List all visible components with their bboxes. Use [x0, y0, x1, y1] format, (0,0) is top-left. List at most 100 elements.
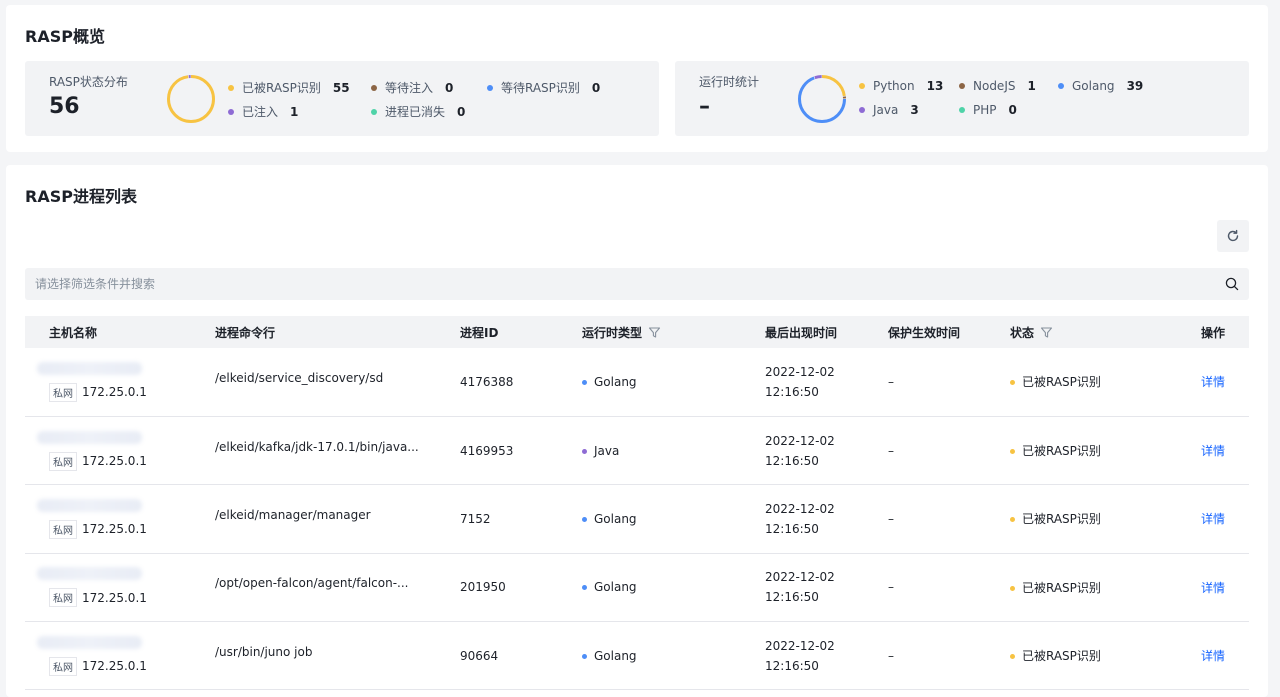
filter-icon[interactable] [1040, 326, 1053, 339]
hostname-redacted [37, 498, 142, 512]
col-header-cmdline: 进程命令行 [215, 325, 276, 340]
status-total: 56 [49, 94, 80, 119]
cell-status: 已被RASP识别 [1010, 348, 1201, 416]
cell-pid: 4169953 [460, 443, 514, 458]
hostname-redacted [37, 361, 142, 375]
legend-runtime-nodejs: NodeJS 1 [959, 79, 1036, 93]
legend-runtime-php: PHP 0 [959, 103, 1017, 117]
cell-pid: 4176388 [460, 374, 514, 389]
cell-runtime-type: Golang [582, 485, 765, 553]
cell-protect-time: – [888, 374, 894, 389]
runtime-panel-label: 运行时统计 [699, 75, 760, 89]
status-dot [1010, 517, 1015, 523]
legend-runtime-python: Python 13 [859, 79, 943, 93]
search-bar [25, 268, 1249, 300]
legend-runtime-golang: Golang 39 [1058, 79, 1143, 93]
table-row: 私网 172.25.0.1/usr/bin/juno job 90664 Golang… [25, 622, 1249, 690]
cell-status: 已被RASP识别 [1010, 622, 1201, 690]
cell-protect-time: – [888, 580, 894, 595]
hostname-redacted [37, 635, 142, 649]
hostname-redacted [37, 430, 142, 444]
col-header-protect-time: 保护生效时间 [888, 325, 961, 340]
details-link[interactable]: 详情 [1201, 512, 1225, 526]
rasp-process-list-card: RASP进程列表 主机名称 进程命令行 进程ID 运行时类型 [6, 165, 1268, 697]
col-header-pid: 进程ID [460, 325, 499, 340]
table-row: 私网 172.25.0.1/opt/open-falcon/agent/falco… [25, 553, 1249, 622]
cell-last-seen: 2022-12-02 12:16:50 [765, 638, 835, 673]
status-donut-chart [167, 75, 215, 123]
network-tag: 私网 [49, 451, 77, 471]
legend-status-waiting-inject: 等待注入 0 [371, 79, 453, 96]
refresh-button[interactable] [1217, 220, 1249, 252]
process-table: 主机名称 进程命令行 进程ID 运行时类型 最后出现时间 保护生效时间 状态 操… [25, 316, 1249, 690]
cell-hostname: 私网 172.25.0.1 [25, 485, 215, 553]
overview-title: RASP概览 [25, 27, 105, 46]
cell-protect-time: – [888, 648, 894, 663]
table-row: 私网 172.25.0.1/elkeid/service_discovery/sd… [25, 348, 1249, 417]
cell-status: 已被RASP识别 [1010, 485, 1201, 553]
table-row: 私网 172.25.0.1/elkeid/kafka/jdk-17.0.1/bin… [25, 416, 1249, 485]
status-dot [1010, 654, 1015, 660]
cell-protect-time: – [888, 443, 894, 458]
details-link[interactable]: 详情 [1201, 649, 1225, 663]
details-link[interactable]: 详情 [1201, 444, 1225, 458]
cell-status: 已被RASP识别 [1010, 553, 1201, 621]
details-link[interactable]: 详情 [1201, 375, 1225, 389]
search-input[interactable] [25, 268, 1215, 300]
legend-status-disappeared: 进程已消失 0 [371, 103, 465, 120]
cell-runtime-type: Golang [582, 348, 765, 416]
runtime-dot [582, 448, 587, 454]
cell-runtime-type: Golang [582, 553, 765, 621]
status-panel-label: RASP状态分布 [49, 75, 128, 89]
table-row: 私网 172.25.0.1/elkeid/manager/manager 7152 G… [25, 485, 1249, 554]
cell-cmdline: /elkeid/manager/manager [215, 507, 371, 522]
cell-status: 已被RASP识别 [1010, 416, 1201, 484]
legend-status-waiting-recognize: 等待RASP识别 0 [487, 79, 600, 96]
cell-action: 详情 [1201, 348, 1249, 416]
legend-status-recognized: 已被RASP识别 55 [228, 79, 350, 96]
runtime-dot [582, 516, 587, 522]
cell-last-seen: 2022-12-02 12:16:50 [765, 364, 835, 399]
cell-cmdline: /elkeid/service_discovery/sd [215, 370, 384, 385]
legend-runtime-java: Java 3 [859, 103, 919, 117]
cell-hostname: 私网 172.25.0.1 [25, 416, 215, 484]
cell-hostname: 私网 172.25.0.1 [25, 348, 215, 416]
cell-hostname: 私网 172.25.0.1 [25, 622, 215, 690]
cell-action: 详情 [1201, 416, 1249, 484]
hostname-redacted [37, 567, 142, 581]
table-header-row: 主机名称 进程命令行 进程ID 运行时类型 最后出现时间 保护生效时间 状态 操… [25, 316, 1249, 348]
host-ip: 172.25.0.1 [82, 590, 147, 605]
cell-last-seen: 2022-12-02 12:16:50 [765, 433, 835, 468]
col-header-action: 操作 [1201, 325, 1226, 340]
cell-cmdline: /usr/bin/juno job [215, 644, 313, 659]
cell-pid: 201950 [460, 580, 506, 595]
details-link[interactable]: 详情 [1201, 581, 1225, 595]
runtime-total: – [699, 94, 710, 119]
network-tag: 私网 [49, 656, 77, 676]
cell-action: 详情 [1201, 553, 1249, 621]
search-icon[interactable] [1225, 277, 1239, 291]
col-header-hostname: 主机名称 [49, 325, 98, 340]
host-ip: 172.25.0.1 [82, 454, 147, 469]
filter-icon[interactable] [648, 326, 661, 339]
status-dot [1010, 380, 1015, 386]
runtime-dot [582, 379, 587, 385]
runtime-donut-chart [798, 75, 846, 123]
cell-last-seen: 2022-12-02 12:16:50 [765, 501, 835, 536]
cell-cmdline: /elkeid/kafka/jdk-17.0.1/bin/java... [215, 439, 419, 454]
cell-action: 详情 [1201, 622, 1249, 690]
host-ip: 172.25.0.1 [82, 385, 147, 400]
col-header-last-seen: 最后出现时间 [765, 325, 838, 340]
status-dot [1010, 585, 1015, 591]
rasp-overview-card: RASP概览 RASP状态分布 56 已被RASP识别 55 等待注入 0 等待RA… [6, 5, 1268, 152]
runtime-dot [582, 653, 587, 659]
process-list-title: RASP进程列表 [25, 187, 137, 206]
cell-pid: 7152 [460, 511, 491, 526]
legend-status-injected: 已注入 1 [228, 103, 298, 120]
col-header-status: 状态 [1010, 316, 1201, 348]
cell-pid: 90664 [460, 648, 499, 663]
col-header-runtime-type: 运行时类型 [582, 316, 765, 348]
network-tag: 私网 [49, 588, 77, 608]
status-dot [1010, 449, 1015, 455]
refresh-icon [1227, 229, 1239, 242]
